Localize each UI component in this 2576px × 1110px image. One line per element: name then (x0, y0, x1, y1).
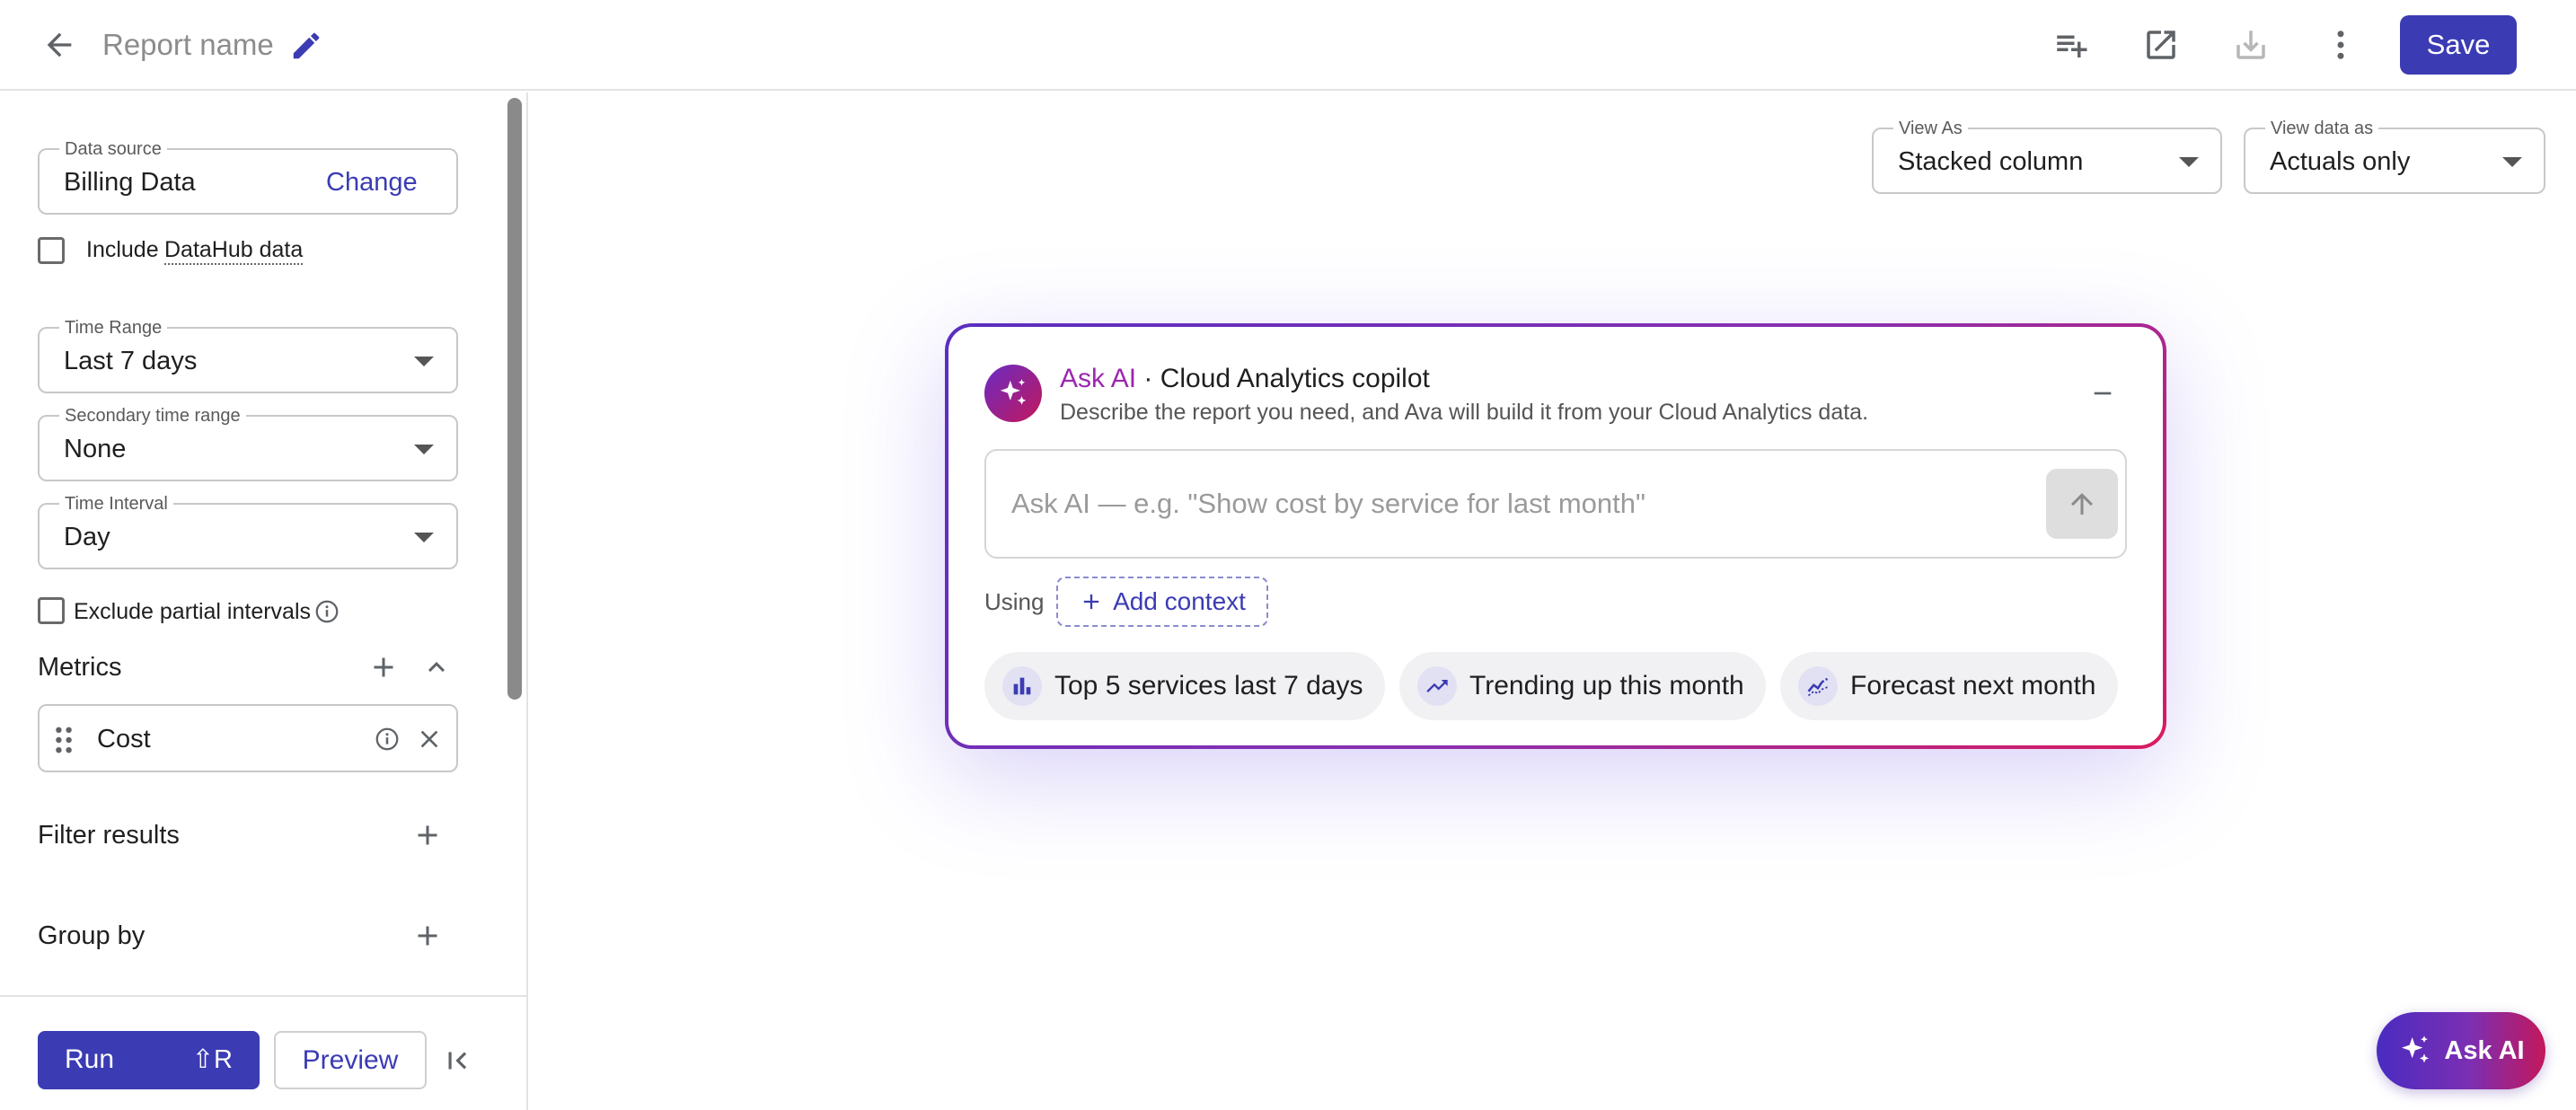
view-as-label: View As (1893, 118, 1968, 139)
run-button[interactable]: Run ⇧R (38, 1031, 260, 1089)
copilot-subtitle: Describe the report you need, and Ava wi… (1060, 400, 1869, 425)
ask-ai-fab-label: Ask AI (2444, 1035, 2525, 1065)
ask-ai-floating-button[interactable]: Ask AI (2377, 1012, 2545, 1089)
using-label: Using (984, 588, 1045, 615)
info-icon[interactable] (313, 598, 340, 625)
add-group-by-button[interactable] (410, 918, 446, 954)
secondary-time-range-value: None (64, 435, 127, 463)
metric-item-cost: Cost (38, 704, 458, 772)
more-vert-icon (2337, 31, 2344, 59)
view-as-select[interactable]: View As Stacked column (1872, 118, 2222, 194)
time-interval-value: Day (64, 523, 110, 551)
arrow-up-icon (2071, 493, 2093, 515)
suggestion-chip-trending-up[interactable]: Trending up this month (1399, 652, 1766, 720)
add-to-dashboard-button[interactable] (2050, 23, 2093, 66)
bar-chart-icon (1002, 666, 1042, 706)
metrics-section-title: Metrics (38, 653, 122, 682)
ask-ai-copilot-card: Ask AI · Cloud Analytics copilot Describ… (945, 323, 2166, 749)
suggestion-chip-top-services[interactable]: Top 5 services last 7 days (984, 652, 1385, 720)
time-range-select[interactable]: Time Range Last 7 days (38, 317, 458, 393)
plus-icon (418, 926, 437, 946)
save-button[interactable]: Save (2400, 15, 2517, 75)
time-interval-label: Time Interval (59, 493, 173, 515)
top-bar: Report name Save (0, 0, 2576, 91)
report-name-title[interactable]: Report name (102, 27, 274, 63)
include-datahub-text: Include (86, 237, 159, 262)
add-metric-button[interactable] (366, 649, 401, 685)
collapse-sidebar-button[interactable] (438, 1042, 476, 1079)
prompt-box (984, 449, 2127, 559)
copilot-title: Ask AI · Cloud Analytics copilot (1060, 363, 1430, 395)
view-as-dropdown-icon (2179, 157, 2199, 167)
open-in-new-button[interactable] (2139, 23, 2183, 66)
metric-info-icon[interactable] (374, 726, 401, 753)
sidebar-footer-divider (0, 995, 526, 997)
ask-ai-prompt-input[interactable] (1011, 478, 2044, 530)
time-interval-dropdown-icon (414, 533, 434, 542)
secondary-time-range-label: Secondary time range (59, 405, 246, 427)
chevron-up-icon (428, 662, 445, 673)
copilot-title-rest: · Cloud Analytics copilot (1136, 364, 1430, 393)
more-options-button[interactable] (2319, 23, 2362, 66)
view-as-value: Stacked column (1898, 147, 2084, 176)
suggestion-chip-forecast[interactable]: Forecast next month (1780, 652, 2118, 720)
first-page-icon (448, 1052, 467, 1070)
plus-icon (1083, 594, 1099, 610)
change-data-source-button[interactable]: Change (326, 166, 418, 198)
time-range-label: Time Range (59, 317, 168, 339)
data-source-field: Data source Billing Data Change (38, 138, 458, 215)
add-to-dashboard-icon (2057, 35, 2087, 57)
suggestion-chip-label: Forecast next month (1850, 671, 2096, 700)
exclude-partial-intervals-label: Exclude partial intervals (74, 599, 312, 624)
sparkle-icon (2402, 1035, 2430, 1063)
time-interval-select[interactable]: Time Interval Day (38, 493, 458, 569)
sparkle-icon (1000, 379, 1027, 405)
run-shortcut-hint: ⇧R (191, 1045, 233, 1074)
forecast-icon (1798, 666, 1838, 706)
trending-up-icon (1417, 666, 1457, 706)
copilot-avatar (984, 365, 1042, 422)
include-datahub-checkbox[interactable] (38, 237, 65, 264)
view-data-as-value: Actuals only (2270, 147, 2411, 176)
download-icon (2236, 31, 2265, 59)
secondary-time-range-dropdown-icon (414, 445, 434, 454)
arrow-back-icon (47, 32, 72, 57)
group-by-section-title: Group by (38, 921, 146, 950)
view-data-as-label: View data as (2265, 118, 2379, 139)
plus-icon (418, 825, 437, 845)
suggestion-chip-label: Trending up this month (1469, 671, 1744, 700)
time-range-dropdown-icon (414, 357, 434, 366)
datahub-data-link[interactable]: DataHub data (164, 236, 304, 265)
open-in-new-icon (2147, 31, 2175, 59)
drag-handle-icon[interactable] (52, 726, 75, 754)
report-config-sidebar: Data source Billing Data Change Include … (0, 92, 528, 1110)
view-data-as-dropdown-icon (2502, 157, 2522, 167)
data-source-label: Data source (59, 138, 167, 160)
exclude-partial-intervals-checkbox[interactable] (38, 597, 65, 624)
add-context-button[interactable]: Add context (1056, 577, 1268, 627)
remove-metric-close-icon[interactable] (415, 725, 444, 753)
copilot-title-accent: Ask AI (1060, 364, 1137, 393)
data-source-value: Billing Data (64, 168, 196, 197)
sidebar-scrollbar[interactable] (507, 98, 522, 700)
add-context-label: Add context (1113, 587, 1246, 615)
secondary-time-range-select[interactable]: Secondary time range None (38, 405, 458, 481)
preview-button[interactable]: Preview (274, 1031, 427, 1089)
time-range-value: Last 7 days (64, 347, 198, 375)
send-prompt-button[interactable] (2046, 469, 2118, 539)
run-button-label: Run (65, 1044, 115, 1074)
minimize-icon (2094, 392, 2112, 395)
view-data-as-select[interactable]: View data as Actuals only (2244, 118, 2545, 194)
plus-icon (374, 657, 393, 677)
suggestion-chip-label: Top 5 services last 7 days (1054, 671, 1363, 700)
edit-pencil-icon[interactable] (289, 29, 323, 63)
filter-results-section-title: Filter results (38, 821, 180, 850)
add-filter-button[interactable] (410, 817, 446, 853)
back-button[interactable] (38, 25, 81, 65)
metric-label: Cost (97, 725, 151, 753)
download-button[interactable] (2229, 23, 2272, 66)
minimize-copilot-button[interactable] (2082, 375, 2123, 411)
collapse-metrics-button[interactable] (419, 649, 454, 685)
